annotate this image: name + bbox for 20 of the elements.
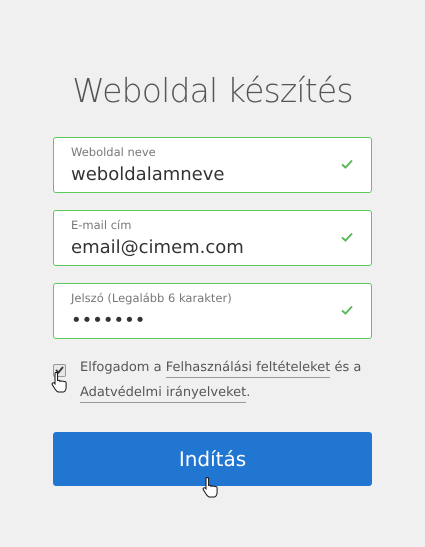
- page-title: Weboldal készítés: [72, 70, 353, 112]
- field-value: •••••••: [71, 308, 146, 332]
- input-field[interactable]: Jelszó (Legalább 6 karakter) •••••••: [53, 282, 372, 338]
- check-icon: [341, 158, 353, 168]
- field-value: weboldalamneve: [71, 162, 226, 186]
- terms-link[interactable]: Felhasználási feltételeket: [166, 360, 330, 378]
- hand-cursor-icon: [51, 370, 69, 392]
- terms-link[interactable]: Adatvédelmi irányelveket: [80, 384, 246, 402]
- submit-button[interactable]: Indítás: [53, 432, 372, 486]
- field-value: email@cimem.com: [71, 236, 245, 260]
- field-label: E-mail cím: [71, 216, 132, 232]
- consent-text: Elfogadom a Felhasználási feltételeket és a Adatvédelmi irányelveket.: [80, 354, 372, 404]
- check-icon: [341, 304, 353, 314]
- field-label: Jelszó (Legalább 6 karakter): [71, 290, 233, 306]
- field-label: Weboldal neve: [71, 144, 157, 160]
- input-field[interactable]: E-mail cím email@cimem.com: [53, 210, 372, 266]
- input-field[interactable]: Weboldal neve weboldalamneve: [53, 136, 372, 192]
- check-icon: [341, 232, 353, 242]
- checkbox[interactable]: [53, 364, 66, 376]
- hand-cursor-icon: [202, 476, 220, 498]
